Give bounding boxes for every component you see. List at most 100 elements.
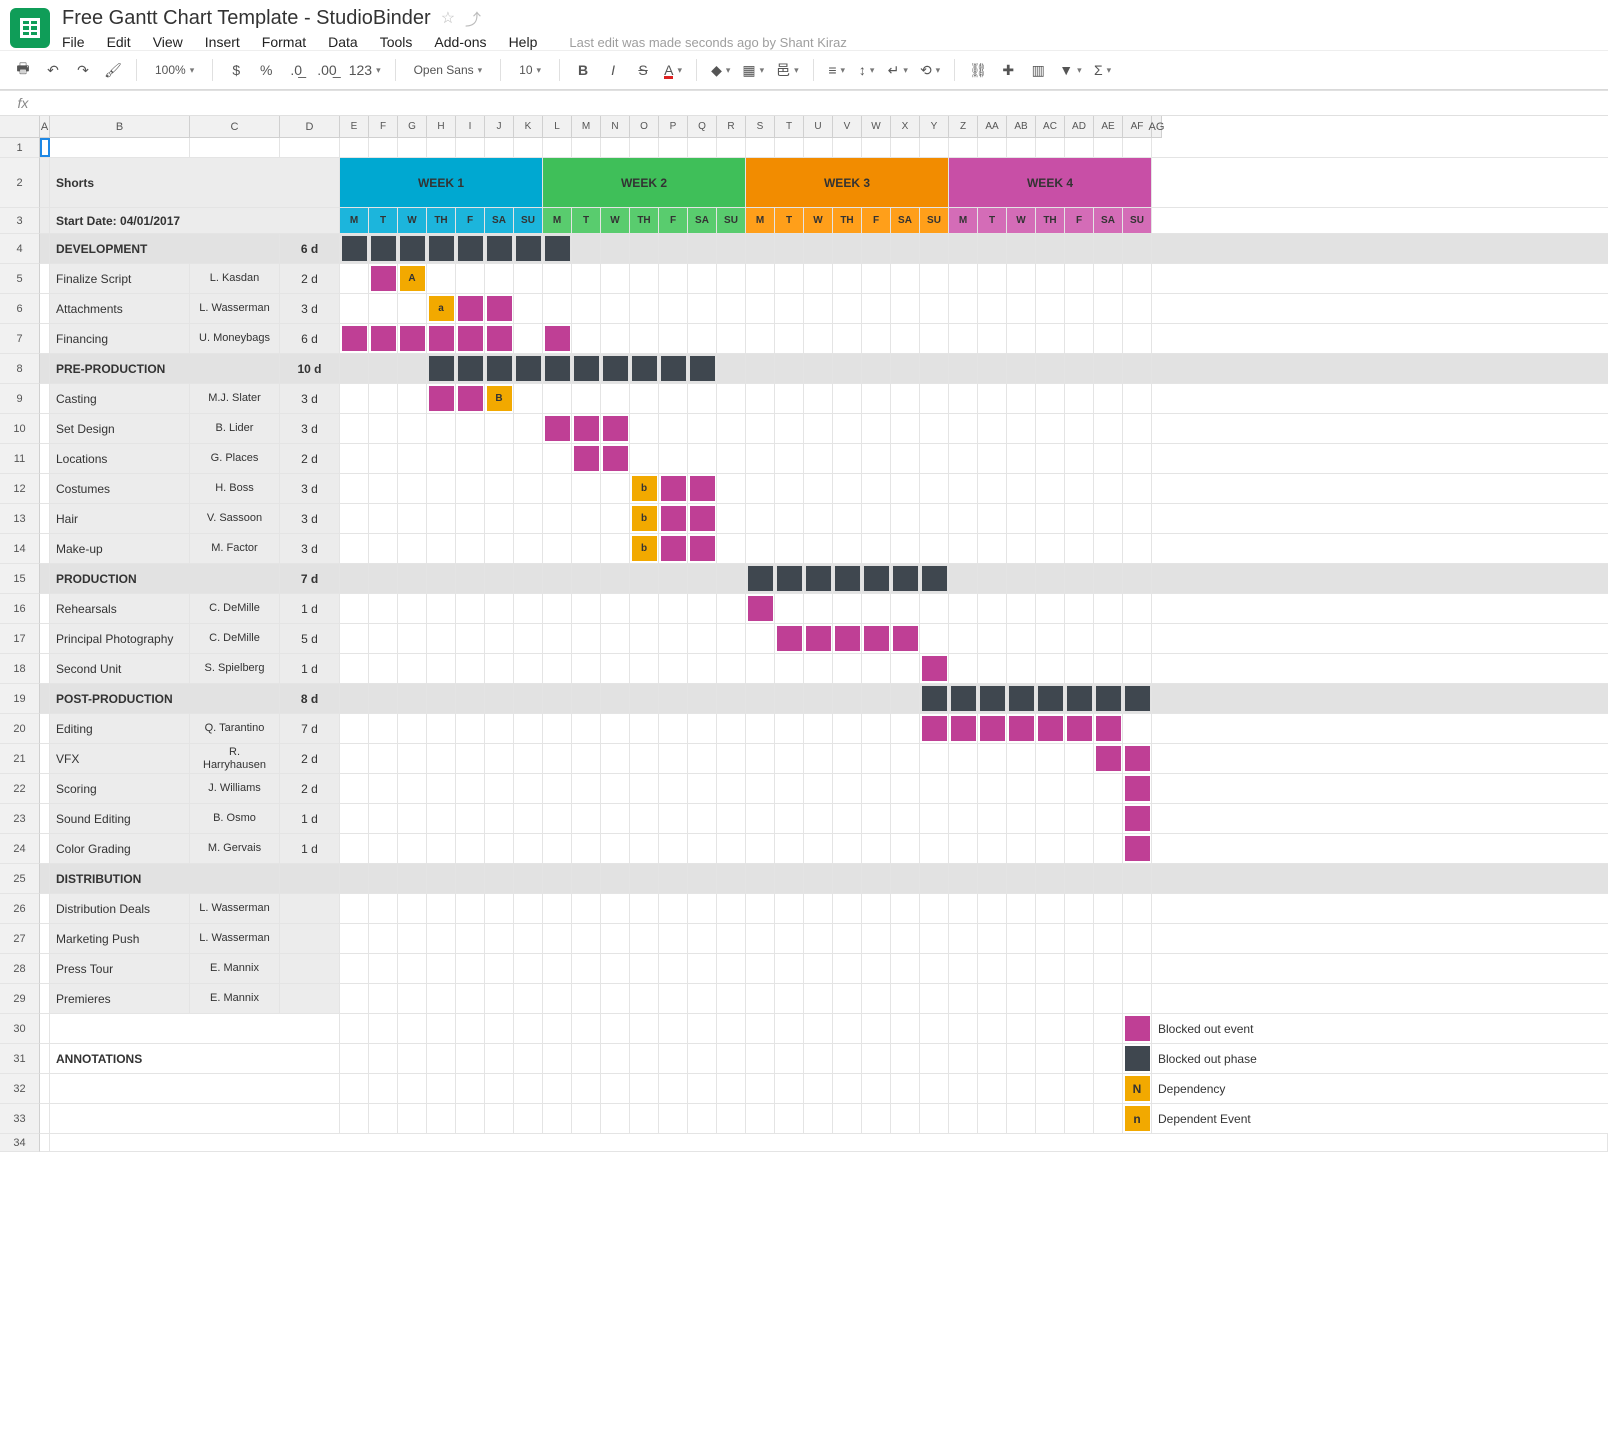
gantt-cell[interactable]: B [485, 384, 514, 413]
gantt-cell[interactable] [398, 954, 427, 983]
menu-format[interactable]: Format [262, 34, 306, 50]
cell[interactable] [833, 1044, 862, 1073]
gantt-cell[interactable] [1094, 384, 1123, 413]
font-size-dropdown[interactable]: 10 [511, 57, 549, 83]
gantt-cell[interactable] [978, 624, 1007, 653]
gantt-cell[interactable] [920, 894, 949, 923]
gantt-cell[interactable] [572, 444, 601, 473]
gantt-cell[interactable] [862, 954, 891, 983]
functions-icon[interactable]: Σ [1090, 57, 1116, 83]
cell[interactable] [862, 1014, 891, 1043]
gantt-cell[interactable] [775, 234, 804, 263]
gantt-cell[interactable] [1065, 138, 1094, 157]
gantt-cell[interactable] [804, 924, 833, 953]
cell[interactable] [891, 1104, 920, 1133]
paint-format-icon[interactable]: 🖌 [100, 57, 126, 83]
gantt-cell[interactable] [949, 324, 978, 353]
gantt-cell[interactable] [398, 684, 427, 713]
gantt-cell[interactable] [1036, 138, 1065, 157]
gantt-cell[interactable] [1065, 474, 1094, 503]
cell-end[interactable] [1152, 414, 1164, 443]
gantt-cell[interactable] [1036, 834, 1065, 863]
row-header[interactable]: 20 [0, 714, 40, 744]
gantt-cell[interactable] [804, 684, 833, 713]
gantt-cell[interactable] [775, 984, 804, 1013]
gantt-cell[interactable] [949, 864, 978, 893]
gantt-cell[interactable] [514, 774, 543, 803]
gantt-cell[interactable] [659, 384, 688, 413]
gantt-cell[interactable] [775, 864, 804, 893]
gantt-cell[interactable] [427, 834, 456, 863]
gantt-cell[interactable] [630, 864, 659, 893]
cell-end[interactable] [1152, 744, 1164, 773]
gantt-cell[interactable] [1007, 684, 1036, 713]
gantt-cell[interactable] [1123, 474, 1152, 503]
gantt-cell[interactable] [1094, 594, 1123, 623]
cell[interactable] [543, 1104, 572, 1133]
gantt-cell[interactable] [659, 504, 688, 533]
gantt-cell[interactable] [1065, 324, 1094, 353]
gantt-cell[interactable] [862, 714, 891, 743]
gantt-cell[interactable] [1036, 714, 1065, 743]
gantt-cell[interactable] [340, 294, 369, 323]
cell[interactable] [40, 474, 50, 503]
gantt-cell[interactable] [978, 504, 1007, 533]
gantt-cell[interactable] [775, 954, 804, 983]
gantt-cell[interactable] [601, 444, 630, 473]
gantt-cell[interactable] [543, 654, 572, 683]
gantt-cell[interactable] [978, 534, 1007, 563]
gantt-cell[interactable] [369, 234, 398, 263]
gantt-cell[interactable] [978, 684, 1007, 713]
gantt-cell[interactable] [949, 474, 978, 503]
gantt-cell[interactable] [485, 354, 514, 383]
gantt-cell[interactable] [340, 924, 369, 953]
gantt-cell[interactable] [746, 444, 775, 473]
gantt-cell[interactable] [688, 474, 717, 503]
gantt-cell[interactable] [601, 234, 630, 263]
redo-icon[interactable]: ↷ [70, 57, 96, 83]
gantt-cell[interactable] [688, 894, 717, 923]
gantt-cell[interactable] [398, 804, 427, 833]
cell[interactable] [746, 1014, 775, 1043]
gantt-cell[interactable] [369, 324, 398, 353]
gantt-cell[interactable] [688, 954, 717, 983]
gantt-cell[interactable] [1123, 564, 1152, 593]
gantt-cell[interactable] [398, 834, 427, 863]
col-B[interactable]: B [50, 116, 190, 138]
gantt-cell[interactable] [775, 414, 804, 443]
text-rotation-icon[interactable]: ⟲ [916, 57, 944, 83]
gantt-cell[interactable] [427, 564, 456, 593]
gantt-cell[interactable] [1007, 564, 1036, 593]
gantt-cell[interactable] [456, 234, 485, 263]
cell[interactable] [1007, 1104, 1036, 1133]
cell[interactable] [190, 138, 280, 157]
gantt-cell[interactable] [1065, 444, 1094, 473]
gantt-cell[interactable] [1123, 138, 1152, 157]
cell[interactable] [398, 1014, 427, 1043]
print-icon[interactable]: 🖶 [10, 57, 36, 83]
cell-end[interactable] [1152, 138, 1164, 157]
gantt-cell[interactable] [1007, 324, 1036, 353]
cell-end[interactable] [1152, 954, 1164, 983]
gantt-cell[interactable] [1123, 774, 1152, 803]
gantt-cell[interactable] [601, 654, 630, 683]
gantt-cell[interactable] [1094, 264, 1123, 293]
gantt-cell[interactable] [949, 774, 978, 803]
gantt-cell[interactable] [949, 138, 978, 157]
cell[interactable] [543, 1074, 572, 1103]
gantt-cell[interactable] [601, 774, 630, 803]
row-header[interactable]: 23 [0, 804, 40, 834]
gantt-cell[interactable] [340, 564, 369, 593]
gantt-cell[interactable] [804, 534, 833, 563]
gantt-cell[interactable] [514, 924, 543, 953]
cell[interactable] [862, 1104, 891, 1133]
cell[interactable] [40, 804, 50, 833]
gantt-cell[interactable] [427, 804, 456, 833]
gantt-cell[interactable] [746, 984, 775, 1013]
gantt-cell[interactable] [369, 894, 398, 923]
gantt-cell[interactable] [920, 594, 949, 623]
gantt-cell[interactable] [717, 384, 746, 413]
gantt-cell[interactable] [485, 534, 514, 563]
gantt-cell[interactable] [833, 984, 862, 1013]
gantt-cell[interactable] [804, 354, 833, 383]
